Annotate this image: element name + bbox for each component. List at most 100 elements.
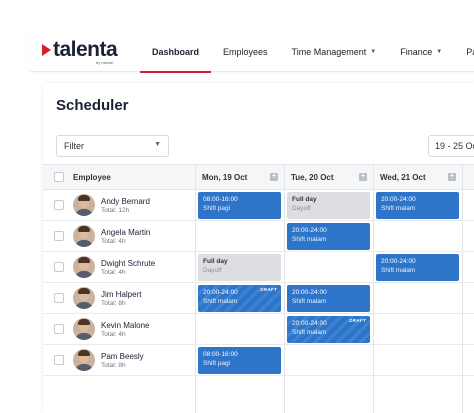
plus-icon[interactable]: +: [359, 173, 367, 181]
shift-label: Shift malam: [292, 236, 327, 243]
table-row: Angela Martin Total: 4h 20:00-24:00 Shift m…: [43, 221, 474, 252]
shift-time: 20:00-24:00: [381, 196, 416, 203]
nav-item-label: Finance: [400, 47, 433, 57]
shift-label: Shift malam: [381, 205, 416, 212]
filter-label: Filter: [64, 141, 84, 151]
table-row: Andy Bernard Total: 12h 08:00-16:00 Shift p…: [43, 190, 474, 221]
table-row: Kevin Malone Total: 4h 20:00-24:00 Shift ma…: [43, 314, 474, 345]
shift-label: Shift malam: [292, 329, 327, 336]
day-header: Tue, 20 Oct +: [284, 164, 373, 190]
employee-total-hours: Total: 12h: [101, 207, 130, 214]
row-checkbox[interactable]: [54, 355, 64, 365]
employee-total-hours: Total: 4h: [101, 331, 126, 338]
row-checkbox[interactable]: [54, 231, 64, 241]
nav-item-time-management[interactable]: Time Management ▼: [280, 32, 389, 72]
row-checkbox[interactable]: [54, 262, 64, 272]
shift-time: Full day: [203, 258, 228, 265]
avatar-body: [75, 209, 93, 216]
date-range-picker[interactable]: 19 - 25 Oct: [428, 135, 474, 157]
nav-item-label: Employees: [223, 47, 268, 57]
dayoff-block[interactable]: Full day Dayoff: [287, 192, 370, 219]
caret-down-icon: ▼: [370, 49, 377, 55]
shift-block[interactable]: 08:00-16:00 Shift pagi: [198, 347, 281, 374]
shift-block[interactable]: 20:00-24:00 Shift malam DRAFT: [287, 316, 370, 343]
nav-item-employees[interactable]: Employees: [211, 32, 280, 72]
shift-time: 20:00-24:00: [381, 258, 416, 265]
table-row: Jim Halpert Total: 8h 20:00-24:00 Shift mal…: [43, 283, 474, 314]
table-row: Dwight Schrute Total: 4h Full day Dayoff 20:…: [43, 252, 474, 283]
nav-item-label: Time Management: [291, 47, 367, 57]
shift-block[interactable]: 20:00-24:00 Shift malam: [376, 192, 459, 219]
employee-name[interactable]: Pam Beesly: [101, 352, 144, 361]
avatar-body: [75, 333, 93, 340]
shift-block[interactable]: 20:00-24:00 Shift malam: [376, 254, 459, 281]
employee-name[interactable]: Dwight Schrute: [101, 259, 155, 268]
day-header: Wed, 21 Oct +: [373, 164, 462, 190]
row-checkbox[interactable]: [54, 293, 64, 303]
filter-dropdown[interactable]: Filter ▼: [56, 135, 169, 157]
avatar-hair: [78, 257, 90, 263]
employee-column-header: Employee: [43, 164, 195, 190]
shift-time: 08:00-16:00: [203, 351, 238, 358]
page-title: Scheduler: [56, 97, 129, 114]
plus-icon[interactable]: +: [270, 173, 278, 181]
shift-time: 20:00-24:00: [292, 289, 327, 296]
nav-item-label: Payroll: [466, 47, 474, 57]
avatar-hair: [78, 195, 90, 201]
shift-time: 08:00-16:00: [203, 196, 238, 203]
table-row: Pam Beesly Total: 8h 08:00-16:00 Shift pagi: [43, 345, 474, 376]
shift-label: Shift malam: [381, 267, 416, 274]
employee-total-hours: Total: 4h: [101, 238, 126, 245]
shift-label: Shift malam: [203, 298, 238, 305]
shift-block[interactable]: 20:00-24:00 Shift malam DRAFT: [198, 285, 281, 312]
day-header-label: Wed, 21 Oct: [380, 172, 426, 182]
row-checkbox[interactable]: [54, 200, 64, 210]
avatar: [73, 256, 95, 278]
brand-name: talenta: [53, 38, 118, 61]
avatar-hair: [78, 350, 90, 356]
avatar-hair: [78, 226, 90, 232]
employee-total-hours: Total: 8h: [101, 300, 126, 307]
select-all-checkbox[interactable]: [54, 172, 64, 182]
draft-badge: DRAFT: [260, 287, 277, 292]
avatar-body: [75, 302, 93, 309]
shift-label: Dayoff: [203, 267, 222, 274]
avatar: [73, 318, 95, 340]
shift-label: Shift pagi: [203, 360, 231, 367]
day-header-label: Mon, 19 Oct: [202, 172, 248, 182]
nav-item-label: Dashboard: [152, 47, 200, 57]
plus-icon[interactable]: +: [448, 173, 456, 181]
next-day-header: [462, 164, 474, 190]
employee-name[interactable]: Angela Martin: [101, 228, 150, 237]
dayoff-block[interactable]: Full day Dayoff: [198, 254, 281, 281]
avatar: [73, 225, 95, 247]
nav-item-finance[interactable]: Finance ▼: [388, 32, 454, 72]
draft-badge: DRAFT: [349, 318, 366, 323]
nav-item-payroll[interactable]: Payroll: [454, 32, 474, 72]
avatar-body: [75, 364, 93, 371]
shift-block[interactable]: 20:00-24:00 Shift malam: [287, 285, 370, 312]
nav-item-dashboard[interactable]: Dashboard: [140, 32, 212, 73]
caret-down-icon: ▼: [436, 49, 443, 55]
row-checkbox[interactable]: [54, 324, 64, 334]
talenta-logo-icon: [42, 44, 51, 56]
shift-time: Full day: [292, 196, 317, 203]
employee-name[interactable]: Jim Halpert: [101, 290, 141, 299]
avatar-body: [75, 271, 93, 278]
chevron-down-icon: ▼: [154, 141, 161, 148]
day-header: Mon, 19 Oct +: [195, 164, 284, 190]
shift-time: 20:00-24:00: [292, 227, 327, 234]
employee-total-hours: Total: 8h: [101, 362, 126, 369]
avatar: [73, 287, 95, 309]
avatar: [73, 349, 95, 371]
employee-name[interactable]: Andy Bernard: [101, 197, 150, 206]
shift-block[interactable]: 08:00-16:00 Shift pagi: [198, 192, 281, 219]
employee-name[interactable]: Kevin Malone: [101, 321, 149, 330]
top-navigation: talenta by mekari Dashboard Employees Time…: [30, 32, 474, 73]
brand-sub: by mekari: [96, 60, 114, 65]
shift-block[interactable]: 20:00-24:00 Shift malam: [287, 223, 370, 250]
talenta-logo[interactable]: talenta by mekari: [42, 38, 118, 66]
main-nav: Dashboard Employees Time Management ▼ Financ…: [140, 32, 474, 73]
day-header-label: Tue, 20 Oct: [291, 172, 334, 182]
avatar: [73, 194, 95, 216]
